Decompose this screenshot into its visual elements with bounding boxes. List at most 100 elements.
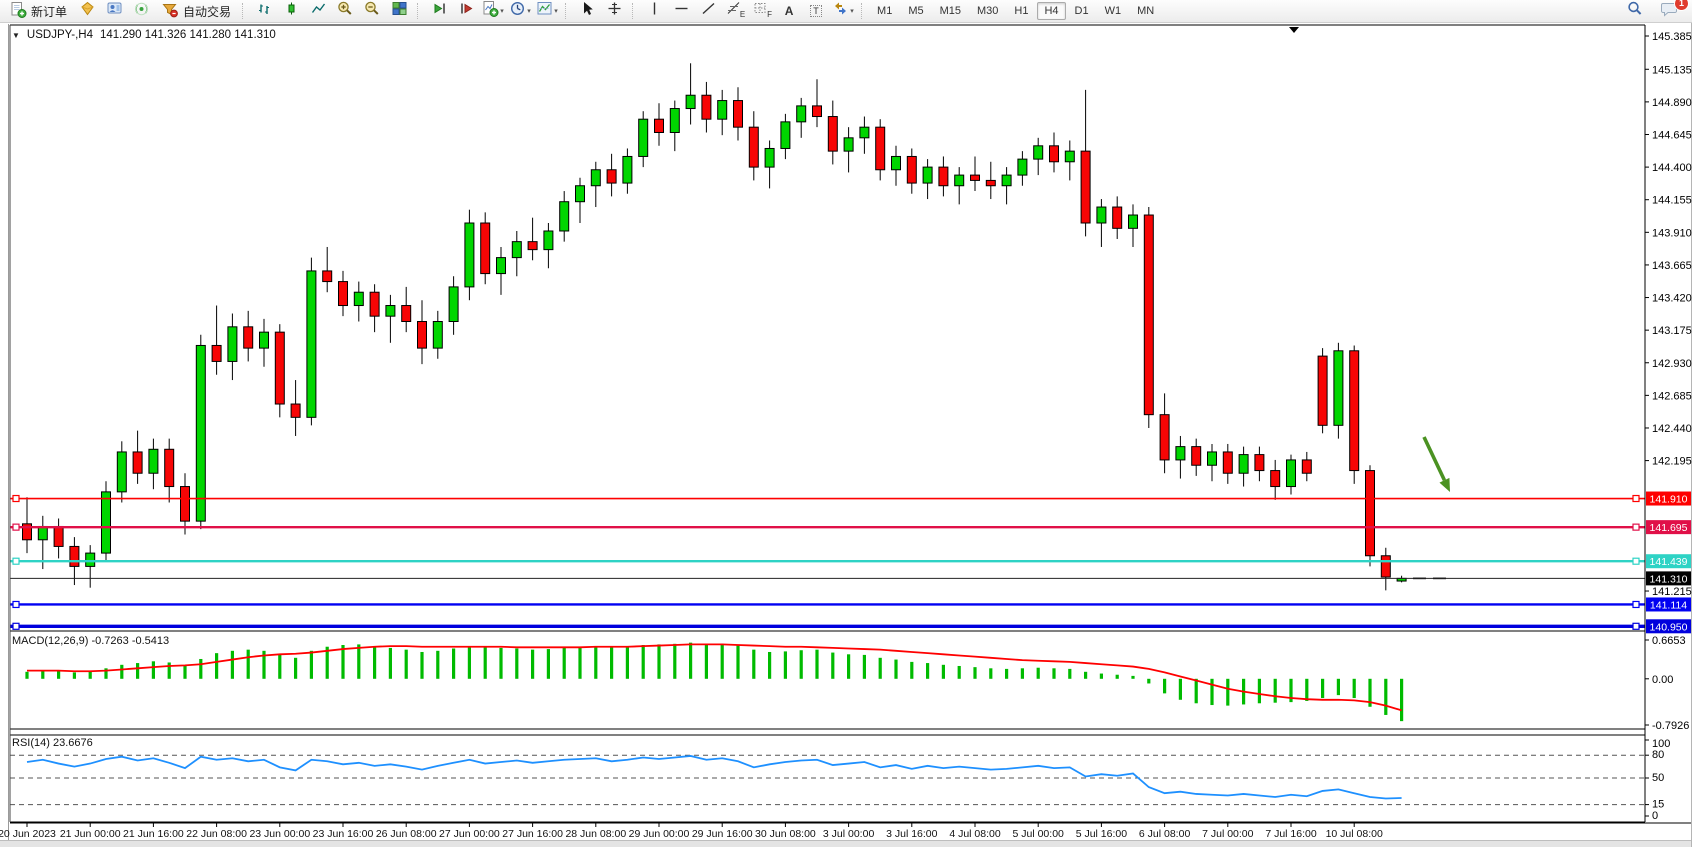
- timeframe-m15[interactable]: M15: [933, 2, 968, 20]
- svg-text:140.950: 140.950: [1650, 621, 1688, 633]
- vertical-line-icon: [647, 0, 662, 22]
- candle-body: [481, 223, 490, 274]
- candle-body: [1002, 175, 1011, 186]
- search-button[interactable]: [1622, 1, 1648, 21]
- timeframe-d1[interactable]: D1: [1068, 2, 1096, 20]
- candle-body: [1176, 447, 1185, 460]
- candle-body: [1223, 452, 1232, 473]
- timeframe-h4[interactable]: H4: [1037, 2, 1065, 20]
- candle-body: [70, 546, 79, 566]
- horizontal-line-icon: [673, 0, 690, 22]
- timeframe-h1[interactable]: H1: [1007, 2, 1035, 20]
- chart-shift-button[interactable]: [426, 1, 452, 21]
- candle-body: [102, 492, 111, 553]
- svg-text:4 Jul 08:00: 4 Jul 08:00: [949, 828, 1001, 840]
- horizontal-line-tool-button[interactable]: [668, 1, 694, 21]
- candle-body: [655, 119, 664, 132]
- candle-body: [1160, 415, 1169, 460]
- price-chart-canvas[interactable]: 141.910141.695141.439141.310141.114140.9…: [0, 23, 1692, 847]
- svg-text:15: 15: [1652, 799, 1664, 811]
- crosshair-button[interactable]: [601, 1, 627, 21]
- grid-tool-button[interactable]: F: [749, 1, 775, 21]
- templates-button[interactable]: ▾: [534, 1, 560, 21]
- svg-text:142.195: 142.195: [1652, 456, 1692, 468]
- timeframe-m5[interactable]: M5: [901, 2, 930, 20]
- macd-panel: [27, 643, 1402, 721]
- candle-body: [54, 526, 63, 546]
- new-order-button[interactable]: 新订单: [4, 1, 73, 21]
- candle-body: [907, 156, 916, 183]
- rsi-label: RSI(14) 23.6676: [12, 737, 93, 749]
- trendline-tool-button[interactable]: [695, 1, 721, 21]
- autotrade-button[interactable]: 自动交易: [155, 1, 237, 21]
- text-tool-icon: A: [785, 4, 794, 18]
- timeframe-m30[interactable]: M30: [970, 2, 1005, 20]
- svg-text:145.385: 145.385: [1652, 31, 1692, 43]
- candles[interactable]: [23, 63, 1407, 590]
- candle-body: [1271, 471, 1280, 487]
- crosshair-icon: [606, 0, 623, 22]
- arrows-tool-button[interactable]: ▾: [830, 1, 856, 21]
- timeframe-w1[interactable]: W1: [1098, 2, 1129, 20]
- search-icon: [1626, 0, 1644, 22]
- label-tool-button[interactable]: T: [803, 1, 829, 21]
- candle-body: [512, 242, 521, 258]
- candle-body: [892, 156, 901, 169]
- candle-body: [860, 127, 869, 138]
- candle-body: [734, 101, 743, 128]
- tile-windows-button[interactable]: [386, 1, 412, 21]
- chevron-down-icon: ▾: [850, 7, 854, 15]
- candle-body: [497, 258, 506, 274]
- gold-gem-icon: [79, 0, 96, 22]
- line-chart-icon: [310, 0, 327, 22]
- fibonacci-tool-button[interactable]: E: [722, 1, 748, 21]
- arrow-annotation[interactable]: [1424, 437, 1450, 492]
- svg-text:144.890: 144.890: [1652, 97, 1692, 109]
- horizontal-scrollbar[interactable]: [0, 840, 1691, 847]
- svg-text:0.6653: 0.6653: [1652, 635, 1686, 647]
- candle-body: [828, 117, 837, 152]
- svg-text:-0.7926: -0.7926: [1652, 720, 1689, 732]
- candle-body: [781, 122, 790, 149]
- svg-text:0: 0: [1652, 810, 1658, 822]
- zoom-out-button[interactable]: [359, 1, 385, 21]
- svg-text:141.215: 141.215: [1652, 586, 1692, 598]
- fibo-letter: E: [740, 10, 745, 19]
- chart-title: ▼ USDJPY-,H4 141.290 141.326 141.280 141…: [12, 29, 276, 41]
- candle-body: [576, 186, 585, 202]
- candle-body: [386, 306, 395, 317]
- candle-body: [1287, 460, 1296, 487]
- cursor-button[interactable]: [574, 1, 600, 21]
- line-chart-button[interactable]: [305, 1, 331, 21]
- toolbar-separator: [632, 3, 636, 19]
- timeframe-m1[interactable]: M1: [870, 2, 899, 20]
- chart-window[interactable]: 141.910141.695141.439141.310141.114140.9…: [0, 23, 1692, 847]
- text-tool-button[interactable]: A: [776, 1, 802, 21]
- candle-body: [623, 156, 632, 183]
- tile-windows-icon: [391, 0, 408, 22]
- candle-body: [765, 148, 774, 167]
- candle-body: [1129, 215, 1138, 228]
- auto-scroll-button[interactable]: [453, 1, 479, 21]
- periods-button[interactable]: ▾: [507, 1, 533, 21]
- chat-button[interactable]: 1: [1656, 1, 1682, 21]
- timeframe-mn[interactable]: MN: [1130, 2, 1161, 20]
- candlestick-chart-button[interactable]: [278, 1, 304, 21]
- signals-button[interactable]: [128, 1, 154, 21]
- zoom-in-button[interactable]: [332, 1, 358, 21]
- auto-scroll-icon: [458, 0, 475, 22]
- candle-body: [465, 223, 474, 287]
- line-handle: [1633, 601, 1639, 607]
- candle-body: [196, 345, 205, 521]
- navigator-button[interactable]: [101, 1, 127, 21]
- symbol-dropdown-icon[interactable]: ▼: [12, 31, 20, 40]
- signals-icon: [133, 0, 150, 22]
- market-watch-button[interactable]: [74, 1, 100, 21]
- indicators-button[interactable]: ▾: [480, 1, 506, 21]
- bar-chart-button[interactable]: [251, 1, 277, 21]
- horizontal-lines[interactable]: 141.910141.695141.439141.310141.114140.9…: [10, 492, 1691, 634]
- vertical-line-tool-button[interactable]: [641, 1, 667, 21]
- clock-icon: [509, 0, 526, 22]
- candle-body: [212, 345, 221, 361]
- candle-body: [607, 170, 616, 183]
